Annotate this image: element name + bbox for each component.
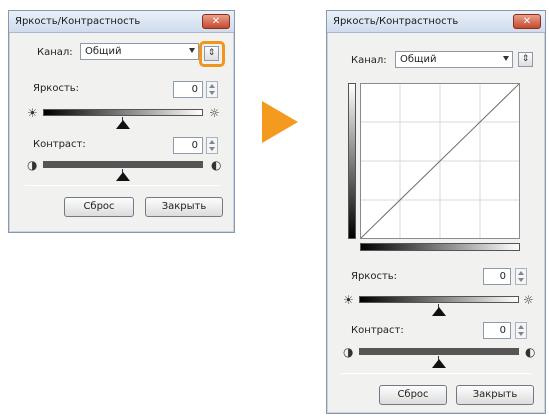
toggle-curve-button[interactable]: ⇕ (518, 52, 533, 67)
contrast-slider-thumb[interactable] (432, 359, 446, 368)
contrast-high-icon: ◐ (211, 158, 222, 172)
sun-small-icon: ☀ (343, 293, 354, 307)
toggle-curve-button[interactable]: ⇕ (204, 46, 219, 61)
brightness-slider-thumb[interactable] (432, 307, 446, 316)
sun-small-icon: ☀ (27, 106, 38, 120)
brightness-contrast-dialog-expanded: Яркость/Контрастность ✕ Канал: Общий ⇕ Я… (326, 10, 546, 414)
close-window-button[interactable]: ✕ (513, 14, 541, 29)
contrast-label: Контраст: (33, 139, 86, 150)
brightness-label: Яркость: (351, 271, 398, 282)
tone-curve-graph[interactable] (360, 83, 520, 239)
contrast-value: 0 (191, 140, 198, 151)
contrast-label: Контраст: (351, 325, 404, 336)
close-button[interactable]: Закрыть (456, 385, 534, 405)
contrast-low-icon: ◑ (343, 345, 354, 359)
brightness-contrast-dialog: Яркость/Контрастность ✕ Канал: Общий ⇕ Я… (8, 10, 235, 233)
brightness-slider-track[interactable] (43, 109, 203, 116)
channel-label: Канал: (37, 47, 73, 58)
divider (341, 373, 531, 374)
chevron-down-icon (189, 48, 195, 53)
title-bar: Яркость/Контрастность ✕ (9, 11, 234, 33)
title-bar: Яркость/Контрастность ✕ (327, 11, 545, 33)
brightness-input[interactable]: 0 (483, 268, 511, 285)
contrast-slider-thumb[interactable] (116, 172, 130, 181)
contrast-high-icon: ◐ (525, 345, 536, 359)
sun-large-icon: ☼ (209, 106, 220, 120)
reset-button[interactable]: Сброс (64, 197, 134, 217)
contrast-input[interactable]: 0 (483, 322, 511, 339)
contrast-value: 0 (499, 325, 506, 336)
arrow-right-icon (262, 101, 298, 143)
brightness-value: 0 (191, 84, 198, 95)
brightness-spinner[interactable] (206, 81, 218, 98)
contrast-slider-track[interactable] (43, 161, 203, 168)
brightness-label: Яркость: (33, 83, 80, 94)
reset-button[interactable]: Сброс (379, 385, 447, 405)
channel-select[interactable]: Общий (80, 43, 199, 60)
dialog-title: Яркость/Контрастность (333, 16, 459, 27)
brightness-slider-track[interactable] (359, 296, 519, 303)
brightness-value: 0 (499, 271, 506, 282)
brightness-slider-thumb[interactable] (116, 120, 130, 129)
sun-large-icon: ☼ (523, 293, 534, 307)
channel-select[interactable]: Общий (395, 51, 513, 68)
close-button[interactable]: Закрыть (145, 197, 223, 217)
contrast-low-icon: ◑ (27, 158, 38, 172)
divider (25, 185, 220, 186)
channel-select-value: Общий (85, 46, 122, 57)
brightness-spinner[interactable] (515, 268, 527, 285)
vertical-gradient-bar (348, 83, 356, 239)
contrast-spinner[interactable] (515, 322, 527, 339)
channel-label: Канал: (351, 55, 387, 66)
contrast-input[interactable]: 0 (173, 137, 203, 154)
brightness-input[interactable]: 0 (173, 81, 203, 98)
close-window-button[interactable]: ✕ (202, 14, 230, 29)
channel-select-value: Общий (400, 54, 437, 65)
contrast-slider-track[interactable] (359, 348, 519, 355)
horizontal-gradient-bar (360, 243, 520, 251)
chevron-down-icon (503, 56, 509, 61)
contrast-spinner[interactable] (206, 137, 218, 154)
dialog-title: Яркость/Контрастность (15, 16, 141, 27)
